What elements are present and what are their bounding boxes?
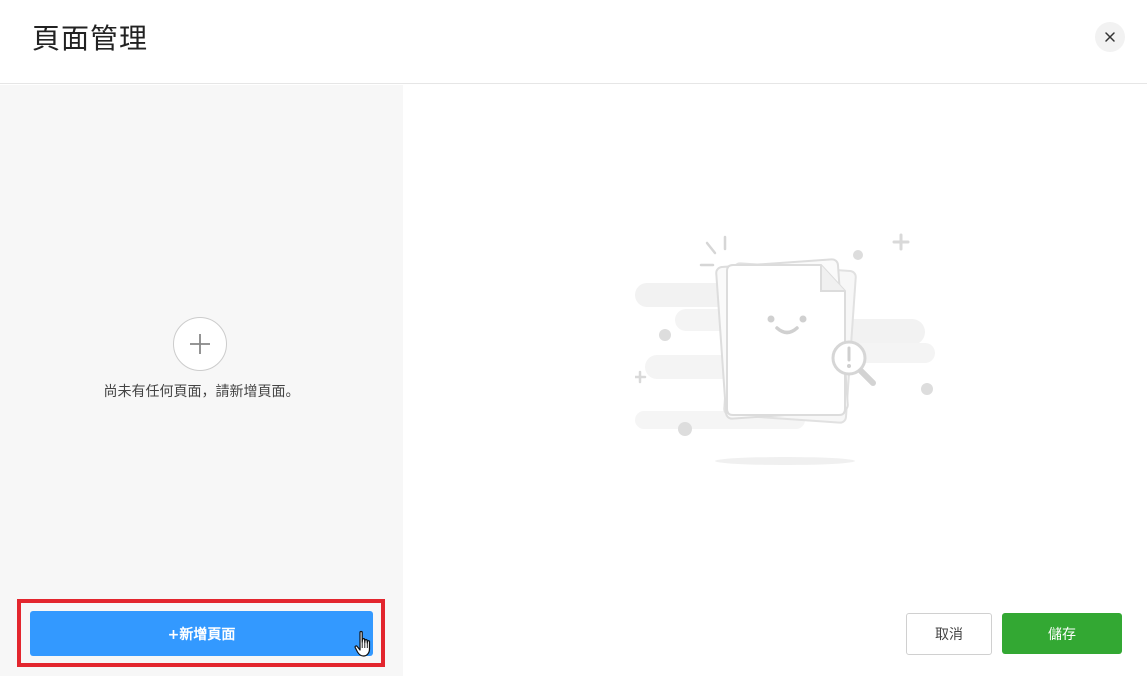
dialog-title: 頁面管理 <box>32 22 149 55</box>
close-button[interactable] <box>1095 22 1125 52</box>
page-editor-area: 取消 儲存 <box>403 85 1147 676</box>
dialog-header: 頁面管理 <box>0 0 1147 84</box>
hand-pointer-icon <box>354 630 371 657</box>
empty-state-message: 尚未有任何頁面，請新增頁面。 <box>103 384 300 400</box>
close-icon <box>1105 32 1115 42</box>
cancel-button[interactable]: 取消 <box>906 613 992 655</box>
empty-document-illustration <box>635 233 935 465</box>
add-page-button[interactable]: +新增頁面 <box>30 611 373 656</box>
page-management-dialog: 頁面管理 尚未有任何頁面，請新增頁面。 +新增頁面 取消 儲存 <box>0 0 1147 676</box>
empty-add-page-button[interactable] <box>173 317 227 371</box>
page-list-sidebar: 尚未有任何頁面，請新增頁面。 +新增頁面 <box>0 85 403 676</box>
plus-icon <box>190 334 210 354</box>
save-button[interactable]: 儲存 <box>1002 613 1122 654</box>
